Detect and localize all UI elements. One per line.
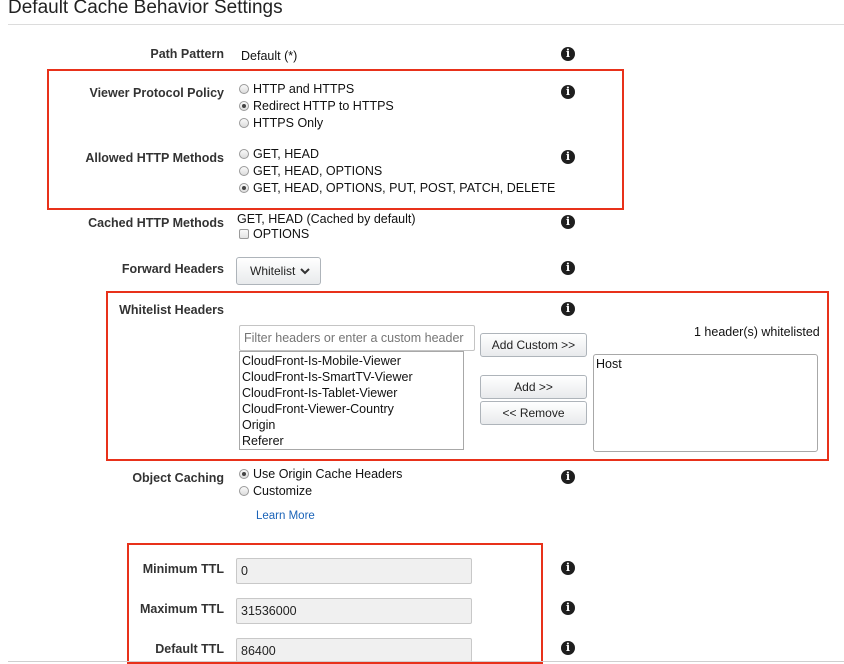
radio-get-head[interactable]: GET, HEAD [239, 147, 319, 161]
radio-button[interactable] [239, 149, 249, 159]
maximum-ttl-field[interactable]: 31536000 [236, 598, 472, 624]
radio-https-only[interactable]: HTTPS Only [239, 116, 323, 130]
list-item[interactable]: CloudFront-Is-Mobile-Viewer [242, 353, 461, 369]
radio-button[interactable] [239, 486, 249, 496]
radio-redirect-http-to-https[interactable]: Redirect HTTP to HTTPS [239, 99, 394, 113]
forward-headers-dropdown[interactable]: Whitelist [236, 257, 321, 285]
radio-label: GET, HEAD, OPTIONS [253, 164, 383, 178]
radio-use-origin-cache-headers[interactable]: Use Origin Cache Headers [239, 467, 402, 481]
list-item[interactable]: CloudFront-Is-Tablet-Viewer [242, 385, 461, 401]
allowed-http-methods-label: Allowed HTTP Methods [85, 151, 224, 165]
radio-get-head-options[interactable]: GET, HEAD, OPTIONS [239, 164, 382, 178]
add-button[interactable]: Add >> [480, 375, 587, 399]
options-checkbox[interactable]: OPTIONS [239, 227, 309, 241]
radio-button[interactable] [239, 118, 249, 128]
whitelisted-headers-list[interactable]: Host [593, 354, 818, 452]
info-icon[interactable]: i [561, 641, 575, 655]
info-icon[interactable]: i [561, 215, 575, 229]
radio-button-selected[interactable] [239, 101, 249, 111]
radio-button[interactable] [239, 166, 249, 176]
radio-http-and-https[interactable]: HTTP and HTTPS [239, 82, 354, 96]
checkbox-label: OPTIONS [253, 227, 310, 241]
radio-button-selected[interactable] [239, 469, 249, 479]
radio-label: GET, HEAD, OPTIONS, PUT, POST, PATCH, DE… [253, 181, 556, 195]
maximum-ttl-label: Maximum TTL [139, 602, 224, 616]
info-icon[interactable]: i [561, 261, 575, 275]
forward-headers-label: Forward Headers [121, 262, 224, 276]
dropdown-selected-value: Whitelist [250, 264, 296, 278]
minimum-ttl-field[interactable]: 0 [236, 558, 472, 584]
radio-label: Redirect HTTP to HTTPS [253, 99, 394, 113]
info-icon[interactable]: i [561, 85, 575, 99]
default-ttl-label: Default TTL [155, 642, 224, 656]
info-icon[interactable]: i [561, 561, 575, 575]
default-ttl-field[interactable]: 86400 [236, 638, 472, 662]
info-icon[interactable]: i [561, 47, 575, 61]
path-pattern-label: Path Pattern [150, 47, 224, 61]
radio-all-methods[interactable]: GET, HEAD, OPTIONS, PUT, POST, PATCH, DE… [239, 181, 555, 195]
list-item[interactable]: Referer [242, 433, 461, 449]
list-item[interactable]: CloudFront-Is-SmartTV-Viewer [242, 369, 461, 385]
viewer-protocol-policy-label: Viewer Protocol Policy [89, 86, 224, 100]
radio-label: HTTPS Only [253, 116, 324, 130]
path-pattern-value: Default (*) [241, 49, 298, 63]
bottom-divider [8, 661, 844, 662]
info-icon[interactable]: i [561, 302, 575, 316]
radio-label: Customize [253, 484, 313, 498]
whitelist-headers-label: Whitelist Headers [119, 303, 224, 317]
radio-label: Use Origin Cache Headers [253, 467, 403, 481]
radio-label: GET, HEAD [253, 147, 319, 161]
cached-http-methods-value: GET, HEAD (Cached by default) [237, 212, 416, 226]
remove-button[interactable]: << Remove [480, 401, 587, 425]
radio-button[interactable] [239, 84, 249, 94]
cached-http-methods-label: Cached HTTP Methods [88, 216, 224, 230]
page-title: Default Cache Behavior Settings [8, 0, 283, 18]
list-item[interactable]: Host [596, 356, 815, 372]
object-caching-label: Object Caching [132, 471, 224, 485]
whitelisted-count: 1 header(s) whitelisted [694, 325, 820, 339]
radio-button-selected[interactable] [239, 183, 249, 193]
minimum-ttl-label: Minimum TTL [142, 562, 224, 576]
radio-label: HTTP and HTTPS [253, 82, 355, 96]
learn-more-link[interactable]: Learn More [256, 510, 315, 522]
add-custom-button[interactable]: Add Custom >> [480, 333, 587, 357]
list-item[interactable]: Origin [242, 417, 461, 433]
title-divider [8, 24, 844, 25]
info-icon[interactable]: i [561, 470, 575, 484]
header-filter-input[interactable] [239, 325, 475, 351]
checkbox[interactable] [239, 229, 249, 239]
available-headers-list[interactable]: CloudFront-Is-Mobile-Viewer CloudFront-I… [239, 351, 464, 450]
chevron-down-icon [300, 267, 311, 275]
info-icon[interactable]: i [561, 150, 575, 164]
info-icon[interactable]: i [561, 601, 575, 615]
radio-customize[interactable]: Customize [239, 484, 312, 498]
list-item[interactable]: CloudFront-Viewer-Country [242, 401, 461, 417]
